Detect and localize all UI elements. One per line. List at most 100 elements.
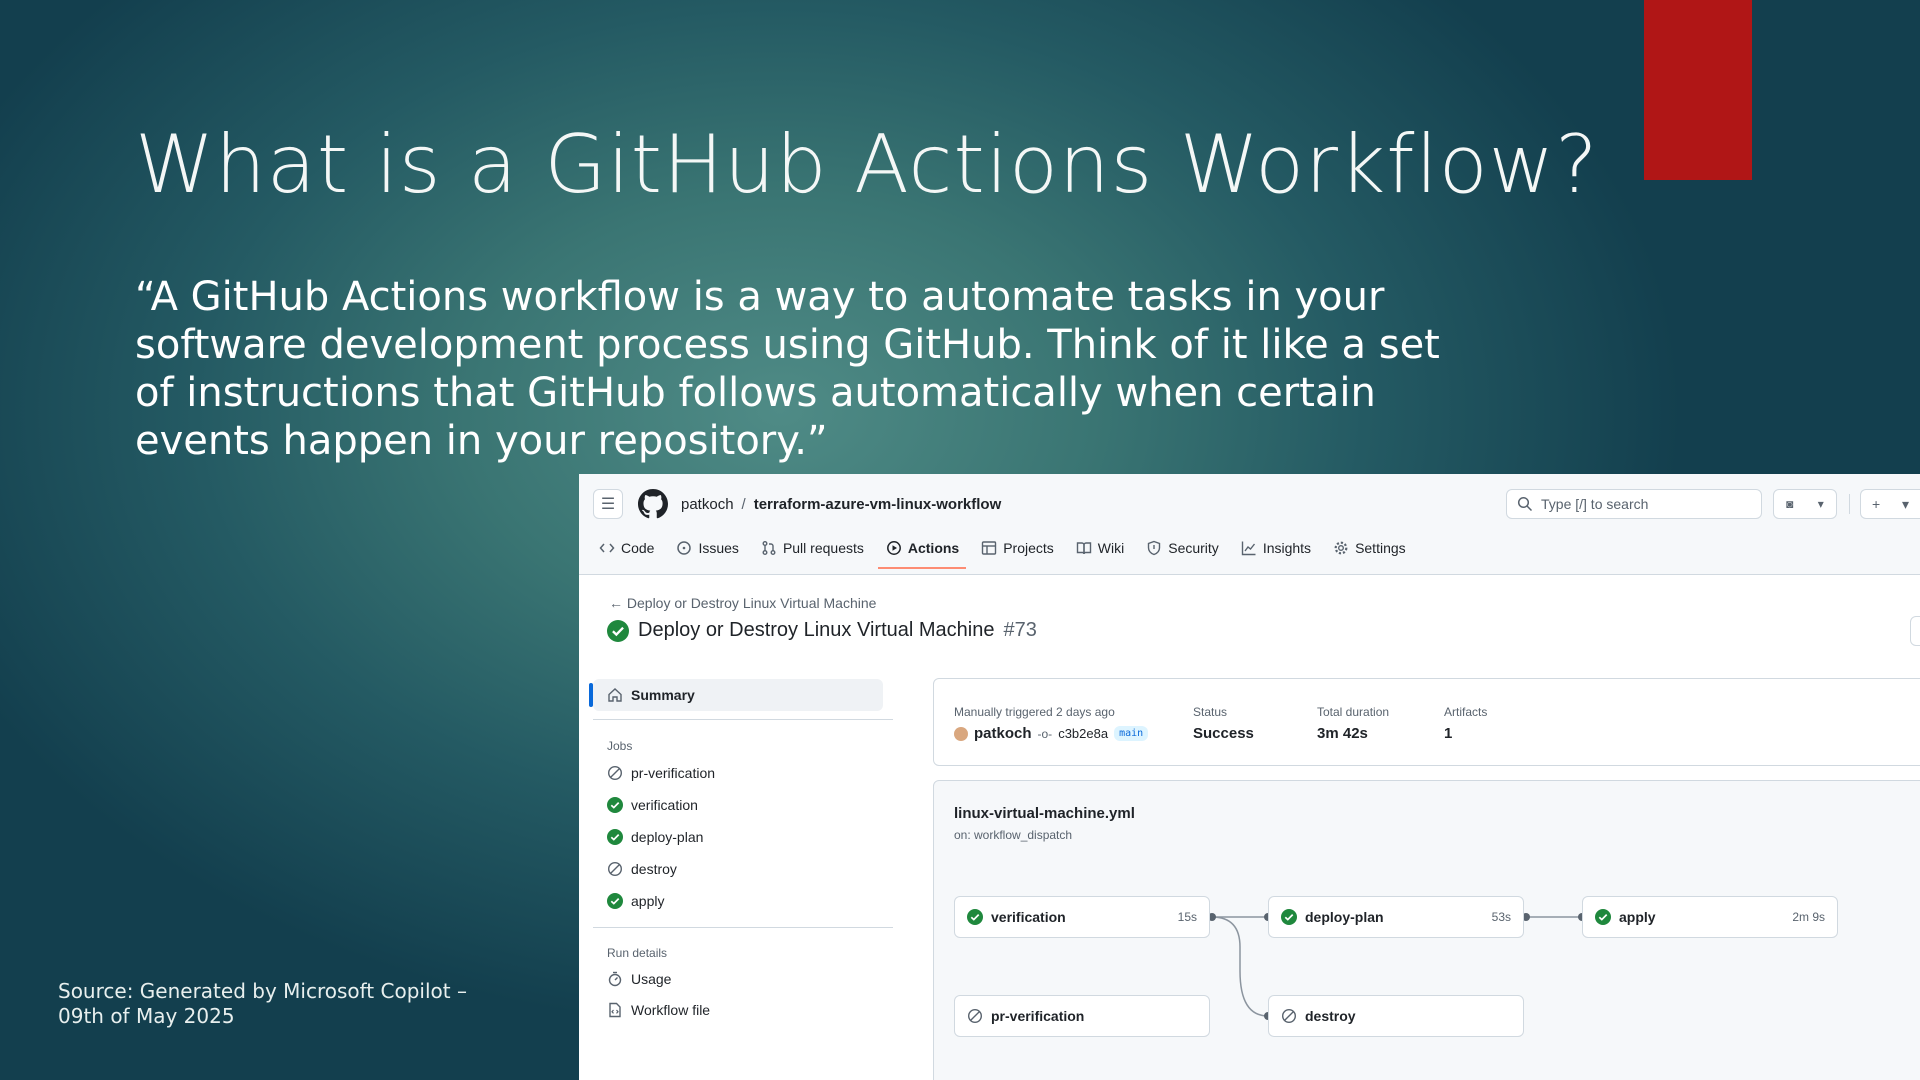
job-node-duration: 2m 9s xyxy=(1792,910,1825,924)
sidebar-item-usage[interactable]: Usage xyxy=(607,971,671,987)
run-actions-button[interactable] xyxy=(1910,616,1920,646)
run-details-heading: Run details xyxy=(607,946,668,960)
back-link-label: Deploy or Destroy Linux Virtual Machine xyxy=(626,595,877,611)
create-new-button[interactable]: + ▾ xyxy=(1860,489,1920,519)
job-node-label: deploy-plan xyxy=(1305,909,1384,925)
chevron-down-icon: ▾ xyxy=(1817,497,1824,511)
tab-label: Issues xyxy=(698,540,739,556)
sidebar-item-label: Usage xyxy=(631,971,672,987)
job-node-duration: 53s xyxy=(1491,910,1511,924)
tab-label: Insights xyxy=(1262,540,1312,556)
tab-wiki[interactable]: Wiki xyxy=(1076,532,1135,568)
sidebar-job-apply[interactable]: apply xyxy=(607,893,664,909)
avatar xyxy=(954,726,968,741)
tab-projects[interactable]: Projects xyxy=(981,532,1065,568)
tab-security[interactable]: Security xyxy=(1146,532,1230,568)
sidebar-item-label: Summary xyxy=(631,687,695,703)
repo-name-link[interactable]: terraform-azure-vm-linux-workflow xyxy=(754,496,1002,513)
status-label: Status xyxy=(1193,705,1228,719)
run-title-text: Deploy or Destroy Linux Virtual Machine xyxy=(638,619,995,641)
search-input[interactable]: Type [/] to search xyxy=(1506,489,1762,519)
jobs-heading: Jobs xyxy=(607,739,633,753)
success-check-icon xyxy=(1595,909,1611,925)
trigger-details: patkoch -o- c3b2e8a main xyxy=(954,725,1149,742)
accent-bar xyxy=(1644,0,1752,180)
job-label: destroy xyxy=(631,861,677,877)
sidebar-item-label: Workflow file xyxy=(631,1002,711,1018)
quote-text: “A GitHub Actions workflow is a way to a… xyxy=(135,274,1440,464)
breadcrumb-separator: / xyxy=(741,496,746,513)
tab-label: Code xyxy=(621,540,655,556)
menu-icon[interactable]: ☰ xyxy=(593,489,623,519)
success-check-icon xyxy=(607,829,623,845)
job-node-pr-verification[interactable]: pr-verification xyxy=(954,995,1210,1037)
duration-value: 3m 42s xyxy=(1317,725,1368,742)
tab-issues[interactable]: Issues xyxy=(676,532,749,568)
copilot-button[interactable]: ◙ ▾ xyxy=(1773,489,1837,519)
commit-sha-link[interactable]: c3b2e8a xyxy=(1058,726,1108,741)
repo-owner-link[interactable]: patkoch xyxy=(681,496,734,513)
sidebar-job-pr-verification[interactable]: pr-verification xyxy=(607,765,715,781)
back-to-workflow-link[interactable]: ← Deploy or Destroy Linux Virtual Machin… xyxy=(609,595,876,611)
tab-code[interactable]: Code xyxy=(599,532,665,568)
success-check-icon xyxy=(607,797,623,813)
artifacts-value[interactable]: 1 xyxy=(1444,725,1452,742)
book-icon xyxy=(1076,542,1091,555)
workflow-file-name[interactable]: linux-virtual-machine.yml xyxy=(954,805,1135,822)
run-summary-card: Manually triggered 2 days ago patkoch -o… xyxy=(933,678,1920,766)
sidebar-divider xyxy=(593,927,893,928)
plus-icon: + xyxy=(1871,496,1881,512)
sidebar-item-summary[interactable]: Summary xyxy=(589,679,883,711)
commit-icon: -o- xyxy=(1037,726,1053,741)
search-icon xyxy=(1517,496,1533,512)
sidebar-item-workflow-file[interactable]: Workflow file xyxy=(607,1002,710,1018)
success-check-icon xyxy=(967,909,983,925)
header-divider xyxy=(1849,494,1850,514)
sidebar-job-verification[interactable]: verification xyxy=(607,797,698,813)
source-caption: Source: Generated by Microsoft Copilot –… xyxy=(58,979,467,1028)
job-node-label: destroy xyxy=(1305,1008,1356,1024)
job-label: apply xyxy=(631,893,665,909)
skipped-icon xyxy=(967,1008,983,1024)
code-icon xyxy=(599,543,615,553)
success-check-icon xyxy=(1281,909,1297,925)
workflow-graph-card: linux-virtual-machine.yml on: workflow_d… xyxy=(933,780,1920,1080)
job-node-destroy[interactable]: destroy xyxy=(1268,995,1524,1037)
sidebar-job-destroy[interactable]: destroy xyxy=(607,861,677,877)
pull-request-icon xyxy=(762,541,776,555)
job-label: pr-verification xyxy=(631,765,716,781)
job-node-apply[interactable]: apply 2m 9s xyxy=(1582,896,1838,938)
arrow-left-icon: ← xyxy=(609,595,623,611)
job-node-deploy-plan[interactable]: deploy-plan 53s xyxy=(1268,896,1524,938)
tab-label: Security xyxy=(1168,540,1219,556)
sidebar-job-deploy-plan[interactable]: deploy-plan xyxy=(607,829,703,845)
github-logo-icon[interactable] xyxy=(638,489,668,519)
actor-link[interactable]: patkoch xyxy=(974,725,1032,742)
branch-badge[interactable]: main xyxy=(1114,726,1149,741)
success-check-icon xyxy=(607,893,623,909)
tab-actions[interactable]: Actions xyxy=(877,532,970,569)
home-icon xyxy=(608,688,622,702)
tab-label: Actions xyxy=(907,540,960,556)
tab-label: Settings xyxy=(1355,540,1406,556)
stopwatch-icon xyxy=(608,971,622,987)
tab-pull-requests[interactable]: Pull requests xyxy=(761,532,875,568)
connector-verification-destroy xyxy=(1211,916,1269,1017)
table-icon xyxy=(982,541,997,555)
repo-tabs: Code Issues Pull requests Actions Projec… xyxy=(599,532,1428,569)
issue-icon xyxy=(677,541,692,555)
tab-insights[interactable]: Insights xyxy=(1241,532,1322,568)
success-check-icon xyxy=(607,619,629,642)
shield-icon xyxy=(1148,540,1161,556)
job-label: verification xyxy=(631,797,698,813)
tab-label: Projects xyxy=(1003,540,1054,556)
duration-label: Total duration xyxy=(1317,705,1390,719)
copilot-icon: ◙ xyxy=(1786,497,1794,511)
run-number: #73 xyxy=(1003,619,1037,641)
job-node-label: verification xyxy=(991,909,1066,925)
tab-settings[interactable]: Settings xyxy=(1333,532,1417,568)
job-node-duration: 15s xyxy=(1177,910,1197,924)
skipped-icon xyxy=(607,765,623,781)
job-node-verification[interactable]: verification 15s xyxy=(954,896,1210,938)
chevron-down-icon: ▾ xyxy=(1902,495,1910,512)
